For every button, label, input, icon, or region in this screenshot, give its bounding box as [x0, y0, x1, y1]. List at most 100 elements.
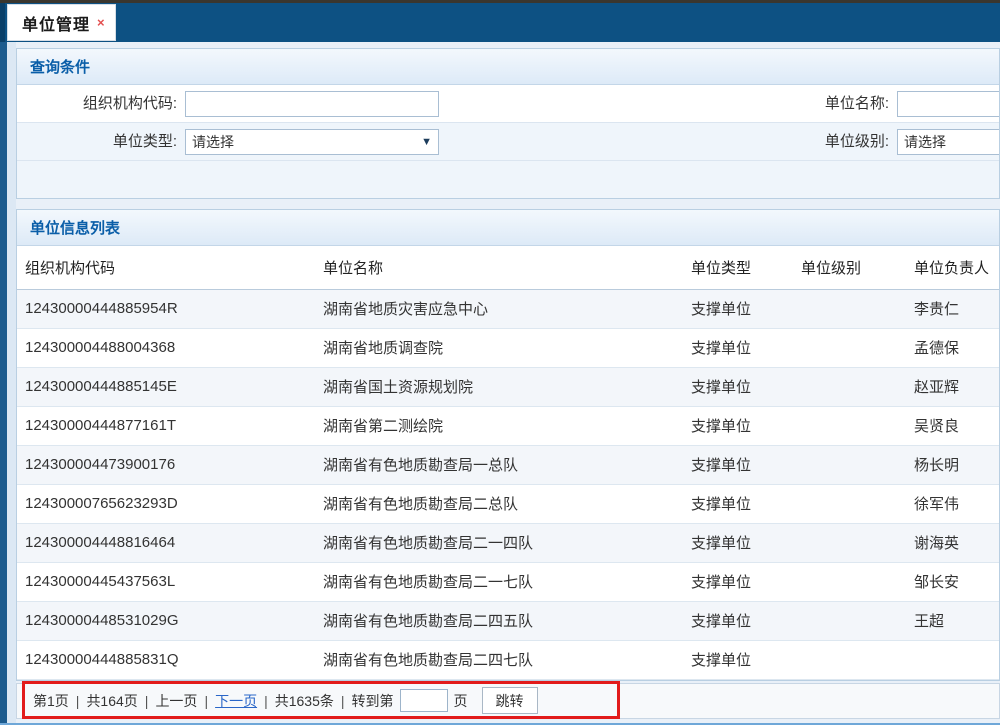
table-cell: 12430000445437563L	[17, 562, 317, 601]
table-cell: 支撑单位	[677, 523, 787, 562]
org-code-label: 组织机构代码:	[17, 85, 177, 123]
table-cell	[787, 328, 900, 367]
table-cell	[787, 367, 900, 406]
unit-list-panel-title: 单位信息列表	[30, 217, 120, 238]
pager-separator: |	[204, 693, 208, 709]
table-cell: 12430000444885831Q	[17, 640, 317, 679]
table-cell: 湖南省地质调查院	[317, 328, 677, 367]
table-cell: 12430000444877161T	[17, 406, 317, 445]
unit-type-select[interactable]: 请选择 ▼	[185, 129, 439, 155]
table-row[interactable]: 12430000765623293D湖南省有色地质勘查局二总队支撑单位 徐军伟	[17, 484, 999, 523]
chevron-down-icon: ▼	[421, 130, 432, 154]
table-cell: 湖南省国土资源规划院	[317, 367, 677, 406]
table-cell: 12430000444885954R	[17, 289, 317, 328]
table-cell: 湖南省第二测绘院	[317, 406, 677, 445]
top-tab-bar: 单位管理 ×	[0, 3, 1000, 42]
table-cell: 湖南省有色地质勘查局二一四队	[317, 523, 677, 562]
pager-separator: |	[145, 693, 149, 709]
page-unit-label: 页	[454, 691, 468, 711]
total-records-text: 共1635条	[275, 691, 334, 711]
next-page-link[interactable]: 下一页	[215, 691, 257, 711]
table-cell: 李贵仁	[900, 289, 999, 328]
current-page-text: 第1页	[33, 691, 69, 711]
unit-type-label: 单位类型:	[17, 123, 177, 161]
left-gutter	[7, 42, 16, 723]
table-cell: 湖南省地质灾害应急中心	[317, 289, 677, 328]
col-header-unit-type: 单位类型	[677, 246, 787, 289]
table-row[interactable]: 124300004488004368湖南省地质调查院支撑单位 孟德保	[17, 328, 999, 367]
table-cell	[787, 445, 900, 484]
col-header-unit-leader: 单位负责人	[900, 246, 999, 289]
table-cell	[787, 562, 900, 601]
table-cell: 12430000448531029G	[17, 601, 317, 640]
unit-list-panel: 单位信息列表 组织机构代码 单位名称 单位类型 单位级别 单位负责人	[16, 209, 1000, 681]
table-cell	[787, 640, 900, 679]
close-icon[interactable]: ×	[97, 16, 105, 29]
unit-level-select[interactable]: 请选择	[897, 129, 999, 155]
table-cell: 支撑单位	[677, 328, 787, 367]
table-row[interactable]: 12430000444885145E湖南省国土资源规划院支撑单位赵亚辉	[17, 367, 999, 406]
table-row[interactable]: 12430000444885831Q湖南省有色地质勘查局二四七队支撑单位	[17, 640, 999, 679]
table-cell: 124300004448816464	[17, 523, 317, 562]
total-pages-text: 共164页	[86, 691, 137, 711]
table-cell: 杨长明	[900, 445, 999, 484]
table-cell	[787, 484, 900, 523]
pager-separator: |	[341, 693, 345, 709]
table-cell: 支撑单位	[677, 406, 787, 445]
search-panel-title: 查询条件	[30, 56, 90, 77]
search-panel-header: 查询条件	[17, 49, 999, 85]
table-cell: 12430000765623293D	[17, 484, 317, 523]
table-cell: 支撑单位	[677, 484, 787, 523]
col-header-unit-level: 单位级别	[787, 246, 900, 289]
org-code-input[interactable]	[185, 91, 439, 117]
search-row-1: 组织机构代码: 单位名称:	[17, 85, 999, 123]
table-cell: 孟德保	[900, 328, 999, 367]
prev-page-button[interactable]: 上一页	[155, 691, 197, 711]
table-cell: 支撑单位	[677, 640, 787, 679]
table-row[interactable]: 12430000444877161T湖南省第二测绘院支撑单位 吴贤良	[17, 406, 999, 445]
table-cell: 12430000444885145E	[17, 367, 317, 406]
unit-list-panel-header: 单位信息列表	[17, 210, 999, 246]
table-cell: 徐军伟	[900, 484, 999, 523]
goto-page-input[interactable]	[400, 689, 448, 712]
table-cell: 湖南省有色地质勘查局二总队	[317, 484, 677, 523]
table-cell: 支撑单位	[677, 601, 787, 640]
search-row-empty	[17, 161, 999, 198]
pager-separator: |	[264, 693, 268, 709]
table-cell: 湖南省有色地质勘查局一总队	[317, 445, 677, 484]
search-row-2: 单位类型: 请选择 ▼ 单位级别: 请选择	[17, 123, 999, 161]
table-cell: 王超	[900, 601, 999, 640]
unit-level-selected-value: 请选择	[904, 134, 946, 150]
table-body: 12430000444885954R湖南省地质灾害应急中心支撑单位李贵仁1243…	[17, 289, 999, 679]
jump-button[interactable]: 跳转	[482, 687, 538, 714]
main-content: 查询条件 组织机构代码: 单位名称: 单位类型: 请选择 ▼ 单位级别:	[16, 42, 1000, 723]
table-cell: 吴贤良	[900, 406, 999, 445]
unit-table: 组织机构代码 单位名称 单位类型 单位级别 单位负责人 124300004448…	[17, 246, 999, 680]
table-cell: 湖南省有色地质勘查局二四五队	[317, 601, 677, 640]
pagination-bar: 第1页 | 共164页 | 上一页 | 下一页 | 共1635条 | 转到第 页…	[16, 683, 1000, 719]
tab-unit-management[interactable]: 单位管理 ×	[8, 5, 115, 40]
table-cell	[787, 289, 900, 328]
table-cell: 支撑单位	[677, 445, 787, 484]
goto-page-label: 转到第	[352, 691, 394, 711]
unit-management-screen: 单位管理 × 查询条件 组织机构代码: 单位名称: 单位类型:	[0, 0, 1000, 725]
unit-level-label: 单位级别:	[757, 123, 889, 161]
table-cell	[787, 406, 900, 445]
table-cell: 支撑单位	[677, 367, 787, 406]
table-row[interactable]: 124300004448816464湖南省有色地质勘查局二一四队支撑单位 谢海英	[17, 523, 999, 562]
table-row[interactable]: 12430000445437563L湖南省有色地质勘查局二一七队支撑单位邹长安	[17, 562, 999, 601]
col-header-org-code: 组织机构代码	[17, 246, 317, 289]
table-cell: 谢海英	[900, 523, 999, 562]
table-cell: 124300004473900176	[17, 445, 317, 484]
topbar-left-accent	[0, 3, 5, 42]
unit-name-input[interactable]	[897, 91, 999, 117]
table-row[interactable]: 124300004473900176湖南省有色地质勘查局一总队支撑单位 杨长明	[17, 445, 999, 484]
table-cell: 湖南省有色地质勘查局二四七队	[317, 640, 677, 679]
tab-title: 单位管理	[22, 11, 90, 35]
pager-separator: |	[76, 693, 80, 709]
table-cell: 湖南省有色地质勘查局二一七队	[317, 562, 677, 601]
table-row[interactable]: 12430000448531029G湖南省有色地质勘查局二四五队支撑单位 王超	[17, 601, 999, 640]
table-cell: 124300004488004368	[17, 328, 317, 367]
left-edge-strip	[0, 42, 7, 723]
table-row[interactable]: 12430000444885954R湖南省地质灾害应急中心支撑单位李贵仁	[17, 289, 999, 328]
